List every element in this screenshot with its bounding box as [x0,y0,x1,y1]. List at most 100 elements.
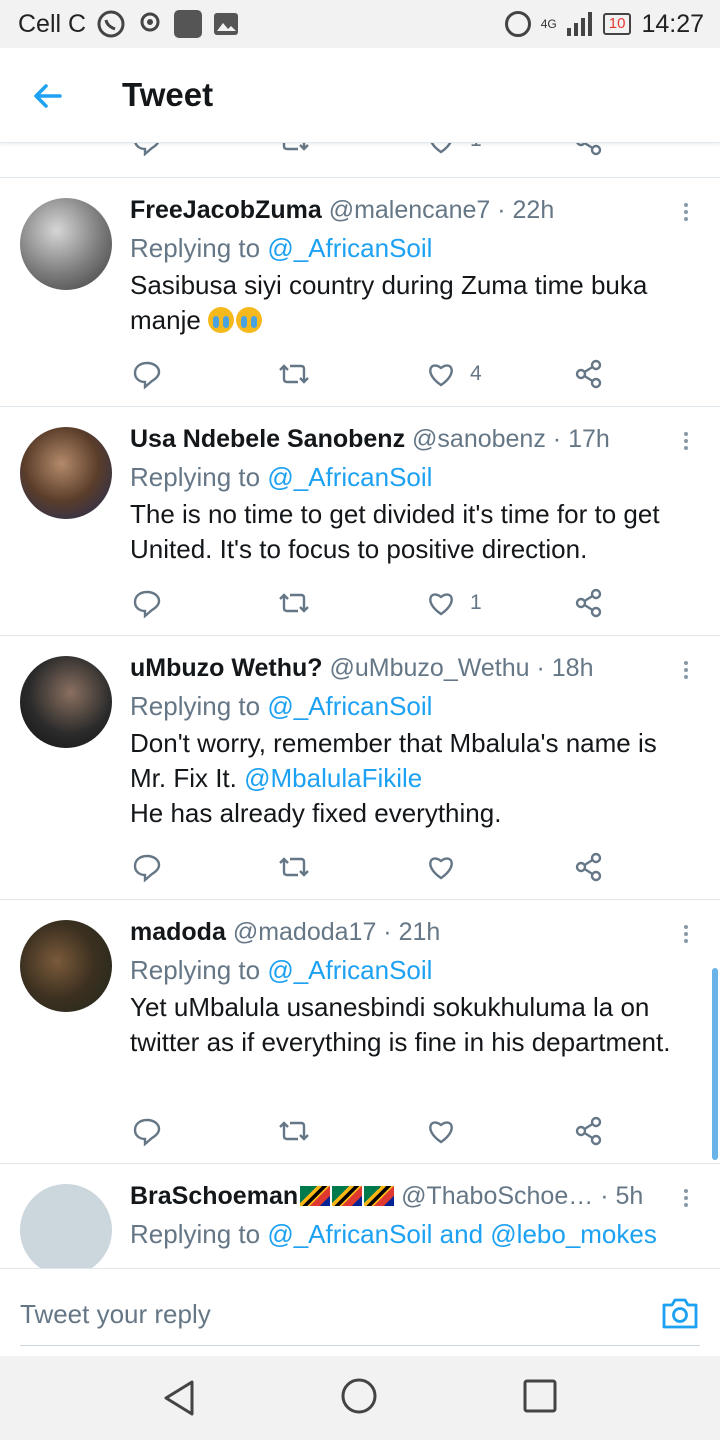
reply-list[interactable]: 1 FreeJacobZuma @malencane7 · 22h Replyi… [0,142,720,1268]
display-name[interactable]: FreeJacobZuma [130,196,322,224]
display-name[interactable]: madoda [130,918,226,946]
like-icon[interactable] [426,588,456,618]
tweet-header: Usa Ndebele Sanobenz @sanobenz · 17h [130,425,610,454]
tweet-header: madoda @madoda17 · 21h [130,918,440,947]
tweet-card[interactable]: FreeJacobZuma @malencane7 · 22h Replying… [0,177,720,406]
reply-icon[interactable] [132,852,162,882]
tweet-actions [130,849,610,885]
system-nav-bar [0,1356,720,1440]
tweet-card[interactable]: BraSchoeman @ThaboSchoe… · 5h Replying t… [0,1163,720,1268]
avatar[interactable] [20,198,112,290]
tweet-card[interactable]: Usa Ndebele Sanobenz @sanobenz · 17h Rep… [0,406,720,635]
share-icon[interactable] [574,1116,604,1146]
mention-link[interactable]: @_AfricanSoil [267,233,432,263]
avatar[interactable] [20,427,112,519]
tweet-body: He has already fixed everything. [130,798,502,828]
tweet-text: The is no time to get divided it's time … [130,499,660,564]
tweet-time: · 17h [552,425,610,453]
mention-link[interactable]: @_AfricanSoil [267,691,432,721]
mention-link[interactable]: @_AfricanSoil [267,955,432,985]
avatar[interactable] [20,920,112,1012]
replying-to: Replying to @_AfricanSoil [130,955,432,986]
retweet-icon[interactable] [278,852,310,882]
tweet-time: · 22h [497,196,555,224]
tweet-actions [130,1113,610,1149]
tweet-actions: 4 [130,356,610,392]
back-arrow-icon[interactable] [30,78,66,114]
like-icon[interactable] [426,142,456,156]
user-handle[interactable]: @malencane7 [329,196,491,224]
share-icon[interactable] [574,588,604,618]
nav-home-icon[interactable] [339,1376,379,1416]
tweet-header: uMbuzo Wethu? @uMbuzo_Wethu · 18h [130,654,593,683]
replying-to: Replying to @_AfricanSoil [130,233,432,264]
status-bar: Cell C 4G 10 14:27 [0,0,720,48]
replying-to: Replying to @_AfricanSoil [130,691,432,722]
tweet-text: Yet uMbalula usanesbindi sokukhuluma la … [130,992,671,1057]
reply-icon[interactable] [132,588,162,618]
user-handle[interactable]: @uMbuzo_Wethu [330,654,530,682]
south-africa-flag-icon [300,1186,331,1206]
south-africa-flag-icon [332,1186,363,1206]
display-name[interactable]: uMbuzo Wethu? [130,654,323,682]
more-options-icon[interactable] [676,429,696,455]
retweet-icon[interactable] [278,588,310,618]
mention-link[interactable]: @MbalulaFikile [244,763,422,793]
share-icon[interactable] [574,852,604,882]
retweet-icon[interactable] [278,142,310,156]
like-icon[interactable] [426,852,456,882]
tweet-card[interactable]: madoda @madoda17 · 21h Replying to @_Afr… [0,899,720,1163]
tweet-header: FreeJacobZuma @malencane7 · 22h [130,196,554,225]
retweet-icon[interactable] [278,1116,310,1146]
like-count: 1 [470,142,482,152]
nav-back-icon[interactable] [160,1378,200,1418]
camera-icon[interactable] [660,1293,700,1333]
display-name[interactable]: BraSchoeman [130,1182,298,1210]
reply-input[interactable]: Tweet your reply [20,1299,211,1330]
replying-label: Replying to [130,955,261,985]
battery-indicator: 10 [602,13,632,35]
replying-to: Replying to @_AfricanSoil and @lebo_moke… [130,1219,657,1250]
mention-link[interactable]: @_AfricanSoil [267,462,432,492]
replying-label: Replying to [130,233,261,263]
display-name[interactable]: Usa Ndebele Sanobenz [130,425,405,453]
carrier-label: Cell C [18,9,87,38]
tweet-text: Don't worry, remember that Mbalula's nam… [130,726,690,831]
more-options-icon[interactable] [676,1186,696,1212]
like-icon[interactable] [426,1116,456,1146]
tweet-text: Sasibusa siyi country during Zuma time b… [130,268,690,338]
user-handle[interactable]: @ThaboSchoe… [401,1182,593,1210]
tweet-body: Sasibusa siyi country during Zuma time b… [130,270,648,335]
app-notification-icon [174,10,203,38]
reply-icon[interactable] [132,142,162,156]
user-handle[interactable]: @sanobenz [412,425,546,453]
avatar[interactable] [20,1184,112,1268]
like-icon[interactable] [426,359,456,389]
tweet-header: BraSchoeman @ThaboSchoe… · 5h [130,1182,643,1211]
mention-link[interactable]: @_AfricanSoil and @lebo_mokes [267,1219,657,1249]
whatsapp-icon [97,10,125,38]
tweet-time: · 5h [600,1182,644,1210]
tweet-card[interactable]: uMbuzo Wethu? @uMbuzo_Wethu · 18h Replyi… [0,635,720,899]
reply-icon[interactable] [132,359,162,389]
more-options-icon[interactable] [676,922,696,948]
share-icon[interactable] [574,359,604,389]
tweet-time: · 18h [536,654,594,682]
more-options-icon[interactable] [676,200,696,226]
share-icon[interactable] [574,142,604,156]
crying-emoji-icon [208,307,235,333]
user-handle[interactable]: @madoda17 [233,918,377,946]
avatar[interactable] [20,656,112,748]
scrollbar[interactable] [712,968,718,1160]
reply-icon[interactable] [132,1116,162,1146]
location-icon [140,12,160,32]
retweet-icon[interactable] [278,359,310,389]
nav-recents-icon[interactable] [522,1378,558,1414]
app-bar: Tweet [0,48,720,143]
crying-emoji-icon [236,307,263,333]
reply-composer[interactable]: Tweet your reply [0,1268,720,1357]
tweet-time: · 21h [383,918,441,946]
like-count: 4 [470,362,482,385]
more-options-icon[interactable] [676,658,696,684]
input-underline [20,1345,700,1346]
